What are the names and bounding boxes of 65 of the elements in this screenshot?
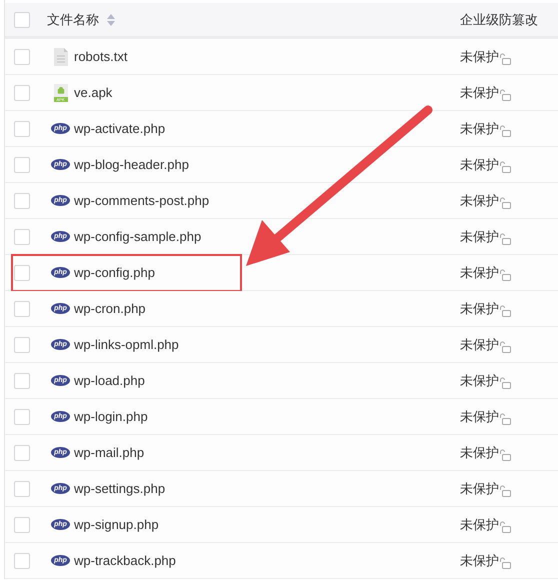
protection-status: 未保护 (460, 264, 499, 282)
unlocked-padlock-icon (499, 124, 511, 136)
unlocked-padlock-icon (499, 556, 511, 568)
file-name[interactable]: robots.txt (74, 46, 460, 66)
checkbox[interactable] (14, 408, 30, 424)
protection-status: 未保护 (460, 192, 499, 210)
file-name[interactable]: wp-links-opml.php (74, 334, 460, 354)
file-name[interactable]: wp-signup.php (74, 514, 460, 534)
protection-status: 未保护 (460, 300, 499, 318)
file-name[interactable]: ve.apk (74, 82, 460, 102)
unlocked-padlock-icon (499, 268, 511, 280)
checkbox[interactable] (14, 228, 30, 244)
protection-status: 未保护 (460, 552, 499, 570)
file-name[interactable]: wp-settings.php (74, 478, 460, 498)
file-name[interactable]: wp-trackback.php (74, 550, 460, 570)
protection-status: 未保护 (460, 48, 499, 66)
checkbox[interactable] (14, 84, 30, 100)
protection-status: 未保护 (460, 516, 499, 534)
text-file-icon (54, 48, 68, 66)
checkbox[interactable] (14, 12, 30, 28)
sort-icon[interactable] (107, 14, 115, 26)
file-name[interactable]: wp-mail.php (74, 442, 460, 462)
protection-status: 未保护 (460, 336, 499, 354)
protection-status: 未保护 (460, 408, 499, 426)
unlocked-padlock-icon (499, 448, 511, 460)
file-name[interactable]: wp-activate.php (74, 118, 460, 138)
unlocked-padlock-icon (499, 304, 511, 316)
unlocked-padlock-icon (499, 376, 511, 388)
protection-status: 未保护 (460, 444, 499, 462)
file-name[interactable]: wp-config-sample.php (74, 226, 460, 246)
column-header[interactable]: 文件名称 (47, 10, 99, 30)
protection-status: 未保护 (460, 228, 499, 246)
checkbox[interactable] (14, 444, 30, 460)
protection-status: 未保护 (460, 156, 499, 174)
unlocked-padlock-icon (499, 160, 511, 172)
checkbox[interactable] (14, 480, 30, 496)
checkbox[interactable] (14, 552, 30, 568)
checkbox[interactable] (14, 120, 30, 136)
checkbox[interactable] (14, 516, 30, 532)
checkbox[interactable] (14, 300, 30, 316)
unlocked-padlock-icon (499, 484, 511, 496)
column-header[interactable]: 企业级防篡改 (460, 10, 538, 30)
file-name[interactable]: wp-blog-header.php (74, 154, 460, 174)
unlocked-padlock-icon (499, 232, 511, 244)
file-name[interactable]: wp-cron.php (74, 298, 460, 318)
file-name[interactable]: wp-load.php (74, 370, 460, 390)
unlocked-padlock-icon (499, 412, 511, 424)
unlocked-padlock-icon (499, 52, 511, 64)
checkbox[interactable] (14, 156, 30, 172)
protection-status: 未保护 (460, 372, 499, 390)
unlocked-padlock-icon (499, 340, 511, 352)
file-name[interactable]: wp-config.php (74, 262, 460, 282)
checkbox[interactable] (14, 48, 30, 64)
checkbox[interactable] (14, 192, 30, 208)
checkbox[interactable] (14, 336, 30, 352)
checkbox[interactable] (14, 264, 30, 280)
unlocked-padlock-icon (499, 520, 511, 532)
protection-status: 未保护 (460, 480, 499, 498)
unlocked-padlock-icon (499, 196, 511, 208)
file-name[interactable]: wp-comments-post.php (74, 190, 460, 210)
protection-status: 未保护 (460, 120, 499, 138)
unlocked-padlock-icon (499, 88, 511, 100)
protection-status: 未保护 (460, 84, 499, 102)
file-name[interactable]: wp-login.php (74, 406, 460, 426)
checkbox[interactable] (14, 372, 30, 388)
